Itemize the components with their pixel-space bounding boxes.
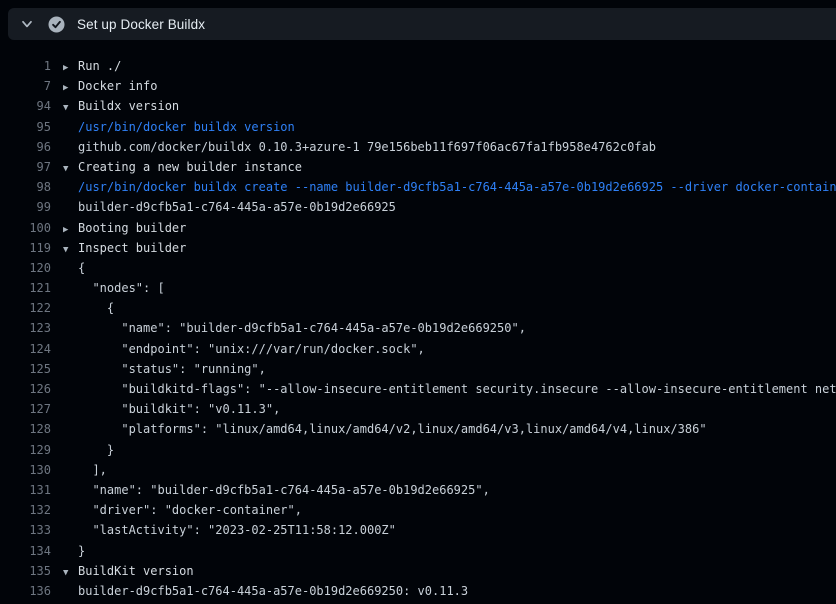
line-number-link[interactable]: 97 — [0, 157, 51, 177]
check-circle-icon — [48, 16, 65, 33]
log-line-text[interactable]: Docker info — [78, 76, 836, 96]
line-number-link[interactable]: 121 — [0, 278, 51, 298]
log-line: 96 github.com/docker/buildx 0.10.3+azure… — [0, 137, 836, 157]
log-line: 7 ▶ Docker info — [0, 76, 836, 96]
log-line-text: "platforms": "linux/amd64,linux/amd64/v2… — [78, 419, 836, 439]
log-line-text: "lastActivity": "2023-02-25T11:58:12.000… — [78, 520, 836, 540]
log-line-text: "driver": "docker-container", — [78, 500, 836, 520]
group-toggle-arrow-icon[interactable]: ▼ — [63, 98, 78, 118]
line-number-link[interactable]: 96 — [0, 137, 51, 157]
line-number-link[interactable]: 95 — [0, 117, 51, 137]
log-line: 120 { — [0, 258, 836, 278]
log-line-text: /usr/bin/docker buildx create --name bui… — [78, 177, 836, 197]
line-number-link[interactable]: 124 — [0, 339, 51, 359]
log-line: 131 "name": "builder-d9cfb5a1-c764-445a-… — [0, 480, 836, 500]
log-line: 132 "driver": "docker-container", — [0, 500, 836, 520]
log-line: 124 "endpoint": "unix:///var/run/docker.… — [0, 339, 836, 359]
line-number-link[interactable]: 130 — [0, 460, 51, 480]
log-line: 126 "buildkitd-flags": "--allow-insecure… — [0, 379, 836, 399]
line-number-link[interactable]: 120 — [0, 258, 51, 278]
line-number-link[interactable]: 98 — [0, 177, 51, 197]
log-line-text: builder-d9cfb5a1-c764-445a-a57e-0b19d2e6… — [78, 197, 836, 217]
log-line: 133 "lastActivity": "2023-02-25T11:58:12… — [0, 520, 836, 540]
line-number-link[interactable]: 135 — [0, 561, 51, 581]
line-number-link[interactable]: 134 — [0, 541, 51, 561]
log-line-text: ], — [78, 460, 836, 480]
log-line: 125 "status": "running", — [0, 359, 836, 379]
group-toggle-arrow-icon[interactable]: ▶ — [63, 78, 78, 98]
log-line: 135 ▼ BuildKit version — [0, 561, 836, 581]
log-line-text[interactable]: Creating a new builder instance — [78, 157, 836, 177]
log-line-text[interactable]: Buildx version — [78, 96, 836, 116]
log-line-text: builder-d9cfb5a1-c764-445a-a57e-0b19d2e6… — [78, 581, 836, 601]
log-line: 94 ▼ Buildx version — [0, 96, 836, 116]
log-line-text[interactable]: Booting builder — [78, 218, 836, 238]
group-toggle-arrow-icon[interactable]: ▶ — [63, 58, 78, 78]
group-toggle-arrow-icon[interactable]: ▼ — [63, 240, 78, 260]
log-line-text: "buildkit": "v0.11.3", — [78, 399, 836, 419]
log-line-text: "status": "running", — [78, 359, 836, 379]
log-line: 1 ▶ Run ./ — [0, 56, 836, 76]
line-number-link[interactable]: 131 — [0, 480, 51, 500]
log-line: 128 "platforms": "linux/amd64,linux/amd6… — [0, 419, 836, 439]
line-number-link[interactable]: 132 — [0, 500, 51, 520]
step-title: Set up Docker Buildx — [77, 17, 205, 32]
log-line: 100 ▶ Booting builder — [0, 218, 836, 238]
line-number-link[interactable]: 126 — [0, 379, 51, 399]
group-toggle-arrow-icon[interactable]: ▼ — [63, 159, 78, 179]
log-line-text: "nodes": [ — [78, 278, 836, 298]
log-step-header[interactable]: Set up Docker Buildx — [8, 8, 836, 40]
log-line-text: } — [78, 440, 836, 460]
log-line-text: { — [78, 258, 836, 278]
line-number-link[interactable]: 94 — [0, 96, 51, 116]
line-number-link[interactable]: 119 — [0, 238, 51, 258]
log-line: 123 "name": "builder-d9cfb5a1-c764-445a-… — [0, 318, 836, 338]
line-number-link[interactable]: 129 — [0, 440, 51, 460]
log-line-text: "name": "builder-d9cfb5a1-c764-445a-a57e… — [78, 318, 836, 338]
line-number-link[interactable]: 127 — [0, 399, 51, 419]
log-line: 130 ], — [0, 460, 836, 480]
log-line: 121 "nodes": [ — [0, 278, 836, 298]
line-number-link[interactable]: 99 — [0, 197, 51, 217]
line-number-link[interactable]: 123 — [0, 318, 51, 338]
log-line-text: "name": "builder-d9cfb5a1-c764-445a-a57e… — [78, 480, 836, 500]
line-number-link[interactable]: 128 — [0, 419, 51, 439]
log-line-text[interactable]: Run ./ — [78, 56, 836, 76]
log-line: 122 { — [0, 298, 836, 318]
line-number-link[interactable]: 7 — [0, 76, 51, 96]
log-line: 134 } — [0, 541, 836, 561]
log-line-text: { — [78, 298, 836, 318]
log-line-text: "endpoint": "unix:///var/run/docker.sock… — [78, 339, 836, 359]
log-line: 98 /usr/bin/docker buildx create --name … — [0, 177, 836, 197]
log-line: 119 ▼ Inspect builder — [0, 238, 836, 258]
log-line: 97 ▼ Creating a new builder instance — [0, 157, 836, 177]
group-toggle-arrow-icon[interactable]: ▼ — [63, 563, 78, 583]
log-line-text: "buildkitd-flags": "--allow-insecure-ent… — [78, 379, 836, 399]
log-line: 99 builder-d9cfb5a1-c764-445a-a57e-0b19d… — [0, 197, 836, 217]
line-number-link[interactable]: 133 — [0, 520, 51, 540]
log-line-text[interactable]: BuildKit version — [78, 561, 836, 581]
line-number-link[interactable]: 136 — [0, 581, 51, 601]
line-number-link[interactable]: 125 — [0, 359, 51, 379]
group-toggle-arrow-icon[interactable]: ▶ — [63, 220, 78, 240]
log-line-text: } — [78, 541, 836, 561]
log-line: 95 /usr/bin/docker buildx version — [0, 117, 836, 137]
log-line-text[interactable]: Inspect builder — [78, 238, 836, 258]
log-line-text: /usr/bin/docker buildx version — [78, 117, 836, 137]
log-line: 127 "buildkit": "v0.11.3", — [0, 399, 836, 419]
log-body: 1 ▶ Run ./ 7 ▶ Docker info 94 ▼ Buildx v… — [0, 56, 836, 604]
log-line: 136 builder-d9cfb5a1-c764-445a-a57e-0b19… — [0, 581, 836, 601]
line-number-link[interactable]: 122 — [0, 298, 51, 318]
log-line-text: github.com/docker/buildx 0.10.3+azure-1 … — [78, 137, 836, 157]
line-number-link[interactable]: 1 — [0, 56, 51, 76]
line-number-link[interactable]: 100 — [0, 218, 51, 238]
log-line: 129 } — [0, 440, 836, 460]
chevron-down-icon[interactable] — [19, 16, 35, 32]
